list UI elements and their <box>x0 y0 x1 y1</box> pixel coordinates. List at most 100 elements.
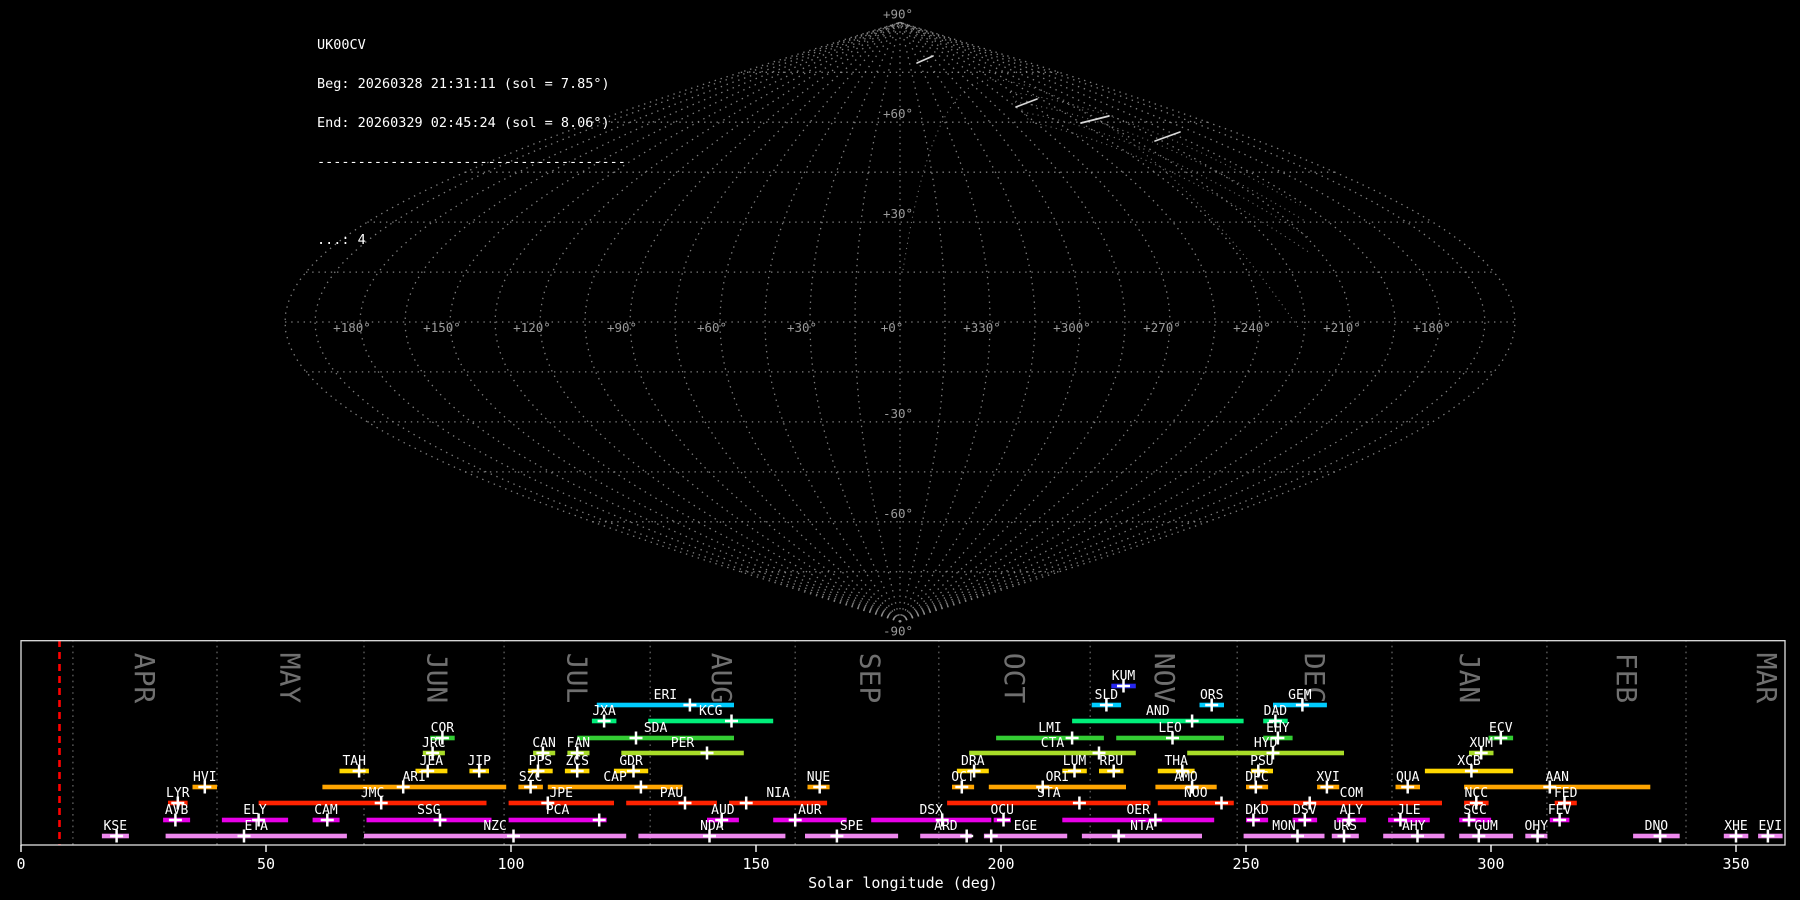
shower-label: RPU <box>1100 754 1123 769</box>
shower-peak-cross <box>683 698 697 712</box>
shower-label: PSU <box>1250 754 1273 769</box>
month-label: MAY <box>274 653 307 704</box>
shower-peak-cross <box>700 746 714 760</box>
shower-bar <box>577 735 734 741</box>
shower-label: EVI <box>1759 819 1782 834</box>
lat-axis-label: +90° <box>883 6 913 21</box>
shower-peak-cross <box>1215 796 1228 810</box>
lat-axis-label: -60° <box>883 506 913 521</box>
shower-bar <box>1459 833 1514 839</box>
x-axis-title: Solar longitude (deg) <box>808 874 998 892</box>
shower-bar <box>626 800 717 806</box>
shower-label: PCA <box>546 803 570 818</box>
shower-label: NZC <box>483 819 506 834</box>
shower-label: LMI <box>1038 721 1061 736</box>
lon-axis-label: +30° <box>787 320 817 335</box>
month-label: APR <box>128 653 161 704</box>
shower-peak-cross <box>634 780 648 794</box>
camera-fov-outline <box>1029 121 1311 254</box>
shower-label: JXA <box>592 704 616 719</box>
shower-label: SPE <box>840 819 863 834</box>
shower-label: QUA <box>1396 770 1420 785</box>
lon-axis-label: +60° <box>697 320 727 335</box>
shower-label: LYR <box>166 786 190 801</box>
lon-axis-label: +0° <box>881 320 904 335</box>
shower-label: NDA <box>700 819 724 834</box>
shower-label: NOO <box>1184 786 1208 801</box>
shower-bar <box>366 817 492 823</box>
lon-axis-label: +90° <box>607 320 637 335</box>
shower-bar <box>947 800 1151 806</box>
meteor-count: ...: 4 <box>317 232 366 248</box>
shower-label: EHY <box>1266 721 1290 736</box>
meteor-trail <box>1154 131 1181 142</box>
month-label: NOV <box>1148 653 1181 704</box>
lat-axis-label: +60° <box>883 106 913 121</box>
shower-label: FED <box>1554 786 1578 801</box>
shower-label: MON <box>1272 819 1295 834</box>
x-tick-label: 150 <box>742 855 769 873</box>
shower-label: HYD <box>1254 736 1278 751</box>
shower-label: JMC <box>361 786 384 801</box>
lat-axis-label: +30° <box>883 206 913 221</box>
month-label: SEP <box>853 653 886 704</box>
session-end: End: 20260329 02:45:24 (sol = 8.06°) <box>317 115 610 131</box>
meteor-trail <box>916 55 934 64</box>
shower-label: AUD <box>711 803 735 818</box>
shower-peak-cross <box>739 796 753 810</box>
lon-axis-label: +300° <box>1053 320 1091 335</box>
shower-label: LEO <box>1158 721 1182 736</box>
month-label: FEB <box>1610 653 1643 704</box>
lon-axis-label: +210° <box>1323 320 1361 335</box>
camera-fov-outline <box>1009 91 1031 123</box>
x-tick-label: 200 <box>987 855 1014 873</box>
lon-axis-label: +180° <box>1413 320 1451 335</box>
lon-axis-label: +180° <box>333 320 371 335</box>
session-info-block: UK00CV Beg: 20260328 21:31:11 (sol = 7.8… <box>317 13 626 273</box>
shower-label: NTA <box>1130 819 1154 834</box>
x-tick-label: 50 <box>257 855 275 873</box>
shower-peak-cross <box>1185 714 1199 728</box>
shower-label: ORS <box>1200 688 1223 703</box>
shower-label: COM <box>1340 786 1364 801</box>
shower-bar <box>1243 833 1325 839</box>
shower-timeline-chart: APR MAY JUN JUL AUG SEP OCT NOV DEC JAN FEB MARKUME… <box>16 640 1786 892</box>
shower-label: TAH <box>342 754 365 769</box>
shower-label: ORI <box>1046 770 1069 785</box>
month-label: JUN <box>421 653 454 704</box>
shower-label: NCC <box>1465 786 1488 801</box>
shower-label: SZC <box>519 770 542 785</box>
shower-label: JIP <box>467 754 491 769</box>
shower-peak-cross <box>1072 796 1086 810</box>
x-tick-label: 0 <box>16 855 25 873</box>
shower-label: XHE <box>1724 819 1747 834</box>
shower-label: FEV <box>1548 803 1572 818</box>
lon-axis-label: +150° <box>423 320 461 335</box>
lat-axis-label: -90° <box>883 624 913 639</box>
shower-peak-cross <box>725 714 738 728</box>
shower-label: SDA <box>644 721 668 736</box>
shower-peak-cross <box>592 813 606 827</box>
shower-label: ELY <box>243 803 267 818</box>
shower-label: AMO <box>1174 770 1198 785</box>
shower-label: PER <box>671 736 695 751</box>
month-label: JUL <box>560 653 593 704</box>
shower-label: DAD <box>1264 704 1288 719</box>
shower-label: DSV <box>1293 803 1317 818</box>
shower-label: GEM <box>1288 688 1312 703</box>
shower-label: LUM <box>1063 754 1087 769</box>
lon-axis-label: +330° <box>963 320 1001 335</box>
shower-label: DNO <box>1645 819 1669 834</box>
x-tick-label: 300 <box>1477 855 1504 873</box>
meteor-trail <box>1015 98 1038 108</box>
shower-label: SSG <box>417 803 441 818</box>
shower-label: ALY <box>1340 803 1364 818</box>
shower-label: CAM <box>314 803 338 818</box>
lon-axis-label: +120° <box>513 320 551 335</box>
shower-bar <box>258 800 487 806</box>
shower-label: XCB <box>1457 754 1481 769</box>
month-label: OCT <box>998 653 1031 704</box>
shower-label: DSX <box>919 803 943 818</box>
lat-axis-label: -30° <box>883 406 913 421</box>
